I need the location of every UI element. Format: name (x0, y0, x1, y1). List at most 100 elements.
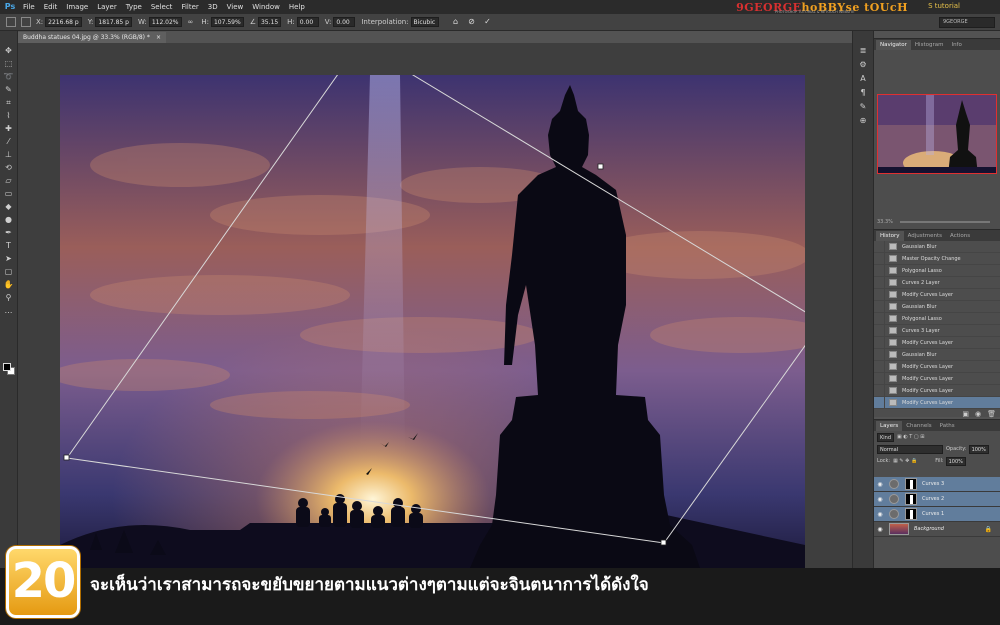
clone-source-icon[interactable]: ⊕ (857, 115, 869, 126)
history-item[interactable]: Modify Curves Layer (874, 289, 1000, 301)
path-select-tool-icon[interactable]: ➤ (3, 253, 15, 264)
type-tool-icon[interactable]: T (3, 240, 15, 251)
paragraph-icon[interactable]: ¶ (857, 87, 869, 98)
delete-state-icon[interactable]: 🗑 (987, 410, 996, 418)
properties-icon[interactable]: ⚙ (857, 59, 869, 70)
width-field[interactable]: 112.02% (148, 17, 182, 27)
brush-tool-icon[interactable]: ⁄ (3, 136, 15, 147)
history-item[interactable]: Modify Curves Layer (874, 337, 1000, 349)
history-item[interactable]: Curves 2 Layer (874, 277, 1000, 289)
close-tab-icon[interactable]: × (156, 32, 161, 43)
history-item[interactable]: Polygonal Lasso (874, 313, 1000, 325)
hskew-field[interactable]: 0.00 (296, 17, 319, 27)
menu-filter[interactable]: Filter (181, 3, 198, 11)
more-tools-icon[interactable]: … (3, 305, 15, 316)
tab-history[interactable]: History (876, 231, 904, 241)
cancel-transform-icon[interactable]: ⊘ (467, 17, 477, 27)
dodge-tool-icon[interactable]: ● (3, 214, 15, 225)
link-icon[interactable]: ∞ (188, 18, 194, 26)
eye-icon[interactable]: ◉ (874, 481, 886, 488)
eraser-tool-icon[interactable]: ▱ (3, 175, 15, 186)
layer-row[interactable]: ◉ Curves 1 (874, 507, 1000, 522)
menu-file[interactable]: File (23, 3, 35, 11)
interpolation-select[interactable]: Bicubic (410, 17, 439, 27)
gradient-tool-icon[interactable]: ▭ (3, 188, 15, 199)
tab-layers[interactable]: Layers (876, 421, 903, 431)
layer-mask-thumbnail[interactable] (905, 478, 917, 490)
layer-row[interactable]: ◉ Curves 3 (874, 477, 1000, 492)
menu-view[interactable]: View (227, 3, 244, 11)
fill-field[interactable]: 100% (945, 456, 966, 466)
tab-info[interactable]: Info (947, 40, 965, 50)
menu-window[interactable]: Window (252, 3, 280, 11)
lasso-tool-icon[interactable]: ➰ (3, 71, 15, 82)
filter-icons[interactable]: ▣ ◐ T ▢ ⊞ (897, 434, 924, 440)
navigator-zoom[interactable]: 33.3% (877, 219, 893, 225)
layer-mask-thumbnail[interactable] (905, 508, 917, 520)
blur-tool-icon[interactable]: ◆ (3, 201, 15, 212)
x-field[interactable]: 2216.68 p (45, 17, 82, 27)
history-item[interactable]: Master Opacity Change (874, 253, 1000, 265)
menu-type[interactable]: Type (126, 3, 142, 11)
history-item-selected[interactable]: Modify Curves Layer (874, 397, 1000, 409)
eye-icon[interactable]: ◉ (874, 526, 886, 533)
history-item[interactable]: Modify Curves Layer (874, 385, 1000, 397)
history-item[interactable]: Modify Curves Layer (874, 373, 1000, 385)
history-item[interactable]: Gaussian Blur (874, 349, 1000, 361)
crop-tool-icon[interactable]: ⌗ (3, 97, 15, 108)
layer-row[interactable]: ◉ Curves 2 (874, 492, 1000, 507)
blend-mode-select[interactable]: Normal (877, 444, 943, 454)
document-image[interactable] (60, 75, 805, 568)
document-tab[interactable]: Buddha statues 04.jpg @ 33.3% (RGB/8) * … (18, 32, 166, 43)
marquee-tool-icon[interactable]: ⬚ (3, 58, 15, 69)
history-item[interactable]: Gaussian Blur (874, 301, 1000, 313)
navigator-thumbnail[interactable] (877, 94, 997, 174)
menu-3d[interactable]: 3D (208, 3, 218, 11)
tab-paths[interactable]: Paths (936, 421, 959, 431)
eyedropper-tool-icon[interactable]: ⌇ (3, 110, 15, 121)
snapshot-icon[interactable]: ◉ (975, 410, 981, 418)
layer-row-background[interactable]: ◉ Background 🔒 (874, 522, 1000, 537)
tab-channels[interactable]: Channels (902, 421, 935, 431)
history-item[interactable]: Modify Curves Layer (874, 361, 1000, 373)
pen-tool-icon[interactable]: ✒ (3, 227, 15, 238)
clone-stamp-tool-icon[interactable]: ⊥ (3, 149, 15, 160)
brush-presets-icon[interactable]: ✎ (857, 101, 869, 112)
menu-edit[interactable]: Edit (44, 3, 58, 11)
zoom-tool-icon[interactable]: ⚲ (3, 292, 15, 303)
menu-select[interactable]: Select (151, 3, 173, 11)
menu-image[interactable]: Image (66, 3, 88, 11)
history-item[interactable]: Curves 3 Layer (874, 325, 1000, 337)
move-tool-icon[interactable]: ✥ (3, 45, 15, 56)
shape-tool-icon[interactable]: ▢ (3, 266, 15, 277)
quick-select-tool-icon[interactable]: ✎ (3, 84, 15, 95)
history-item[interactable]: Gaussian Blur (874, 241, 1000, 253)
healing-tool-icon[interactable]: ✚ (3, 123, 15, 134)
navigator-zoom-slider[interactable] (900, 221, 990, 223)
layer-mask-thumbnail[interactable] (905, 493, 917, 505)
filter-kind-select[interactable]: Kind (877, 432, 895, 442)
tab-navigator[interactable]: Navigator (876, 40, 911, 50)
vskew-field[interactable]: 0.00 (333, 17, 356, 27)
workspace-select[interactable]: 9GEORGE (939, 17, 995, 28)
commit-transform-icon[interactable]: ✓ (483, 17, 493, 27)
hand-tool-icon[interactable]: ✋ (3, 279, 15, 290)
history-brush-tool-icon[interactable]: ⟲ (3, 162, 15, 173)
menu-help[interactable]: Help (289, 3, 305, 11)
y-field[interactable]: 1817.85 p (95, 17, 132, 27)
eye-icon[interactable]: ◉ (874, 496, 886, 503)
opacity-field[interactable]: 100% (968, 444, 989, 454)
height-field[interactable]: 107.59% (210, 17, 244, 27)
new-document-from-state-icon[interactable]: ▣ (962, 410, 969, 418)
character-icon[interactable]: A (857, 73, 869, 84)
foreground-color-swatch[interactable] (3, 363, 11, 371)
lock-icons[interactable]: ▦ ✎ ✥ 🔒 (893, 458, 917, 464)
warp-mode-icon[interactable]: ⌂ (451, 17, 461, 27)
angle-field[interactable]: 35.15 (257, 17, 282, 27)
tab-actions[interactable]: Actions (946, 231, 974, 241)
history-icon[interactable]: ≣ (857, 45, 869, 56)
tab-adjustments[interactable]: Adjustments (904, 231, 946, 241)
eye-icon[interactable]: ◉ (874, 511, 886, 518)
tab-histogram[interactable]: Histogram (911, 40, 948, 50)
history-item[interactable]: Polygonal Lasso (874, 265, 1000, 277)
